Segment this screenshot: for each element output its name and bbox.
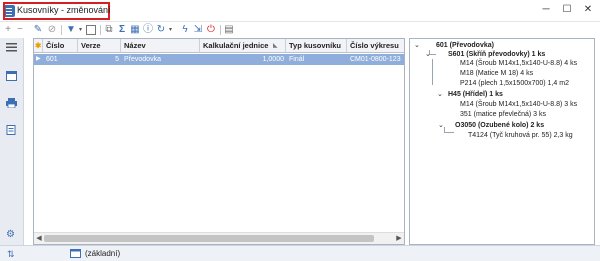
sort-arrows-icon[interactable]: ⇅ [7, 249, 15, 260]
toolbar-separator [100, 25, 101, 35]
add-icon[interactable]: + [3, 24, 13, 36]
toolbar-separator [220, 25, 221, 35]
scroll-left-icon[interactable]: ◀ [34, 233, 44, 244]
horizontal-scrollbar[interactable]: ◀ ▶ [34, 232, 404, 244]
column-header[interactable]: Verze [78, 39, 121, 53]
delete-icon[interactable]: ⊘ [47, 24, 57, 36]
flash-icon[interactable]: ϟ [180, 24, 190, 36]
settings-icon[interactable]: ⚙ [6, 230, 17, 240]
minimize-icon[interactable]: ─ [538, 3, 554, 17]
tree-node-item[interactable]: M18 (Matice M 18) 4 ks [460, 69, 533, 78]
scrollbar-thumb[interactable] [44, 235, 374, 242]
bom-grid: ✱ Číslo Verze Název Kalkulační jednice T… [33, 38, 405, 245]
tree-node-item[interactable]: M14 (Šroub M14x1,5x140-U-8.8) 4 ks [460, 59, 577, 68]
tree-node-s601[interactable]: S601 (Skříň převodovky) 1 ks [448, 50, 545, 59]
power-icon[interactable]: ⏻ [206, 24, 216, 36]
status-bar: ⇅ (základní) [0, 245, 600, 261]
cell-kalkulacni-jednice: 1,0000 [262, 56, 284, 63]
row-indicator-header: ✱ [34, 39, 43, 53]
column-header[interactable]: Číslo výkresu [347, 39, 404, 53]
sum-icon[interactable]: Σ [117, 24, 127, 36]
edit-icon[interactable]: ✎ [33, 24, 43, 36]
scroll-right-icon[interactable]: ▶ [394, 233, 404, 244]
cell-verze: 5 [115, 56, 119, 63]
title-bar: Kusovníky - změnování ─ ☐ ✕ [0, 0, 600, 22]
dropdown-icon[interactable]: ▾ [77, 24, 84, 36]
tree-node-item[interactable]: P214 (plech 1,5x1500x700) 1,4 m2 [460, 79, 569, 88]
sort-icon: ◣ [273, 43, 278, 49]
collapse-icon[interactable]: ⌄ [425, 50, 431, 59]
dropdown-icon[interactable]: ▾ [167, 24, 174, 36]
tree-node-item[interactable]: T4124 (Tyč kruhová pr. 55) 2,3 kg [468, 131, 573, 140]
cell-nazev: Převodovka [124, 56, 161, 63]
collapse-icon[interactable]: ⌄ [437, 90, 443, 99]
filter-label[interactable]: (základní) [85, 249, 120, 258]
cell-vykres: CM01-0800-123 [350, 56, 401, 63]
printer-icon[interactable] [6, 98, 17, 109]
filter-icon[interactable]: ▼ [66, 24, 76, 36]
calculator-icon[interactable]: ▤ [224, 24, 234, 36]
left-rail: ⚙ [0, 38, 24, 245]
grid-header: ✱ Číslo Verze Název Kalkulační jednice T… [34, 39, 404, 53]
remove-icon[interactable]: − [15, 24, 25, 36]
column-header[interactable]: Typ kusovníku [286, 39, 347, 53]
calendar-icon[interactable] [6, 71, 17, 81]
tree-node-h45[interactable]: H45 (Hřídel) 1 ks [448, 90, 503, 99]
maximize-icon[interactable]: ☐ [559, 3, 575, 17]
refresh-icon[interactable]: ↻ [156, 24, 166, 36]
tree-node-item[interactable]: 351 (matice převlečná) 3 ks [460, 110, 546, 119]
tree-connector [444, 127, 454, 133]
row-pointer-icon: ▶ [36, 56, 41, 62]
grid-icon[interactable]: ▦ [130, 24, 140, 36]
collapse-icon[interactable]: ⌄ [438, 121, 444, 130]
export-icon[interactable]: ⇲ [193, 24, 203, 36]
column-header[interactable]: Název [121, 39, 200, 53]
cell-cislo: 601 [46, 56, 58, 63]
cell-typ: Finál [289, 56, 305, 63]
document-icon[interactable] [6, 125, 17, 135]
collapse-icon[interactable]: ⌄ [414, 41, 420, 50]
tree-node-o3050[interactable]: O3050 (Ozubené kolo) 2 ks [455, 121, 544, 130]
view-icon[interactable] [70, 249, 81, 258]
checkbox-icon[interactable] [86, 25, 96, 35]
tree-connector [432, 59, 433, 85]
column-header[interactable]: Číslo [43, 39, 78, 53]
tree-node-root[interactable]: 601 (Převodovka) [436, 41, 494, 50]
toolbar-separator [61, 25, 62, 35]
menu-icon[interactable] [6, 42, 17, 52]
tree-node-item[interactable]: M14 (Šroub M14x1,5x140-U-8.8) 3 ks [460, 100, 577, 109]
bom-tree: ⌄ 601 (Převodovka) ⌄ S601 (Skříň převodo… [409, 38, 595, 245]
copy-icon[interactable]: ⧉ [104, 24, 114, 36]
window-title: Kusovníky - změnování [17, 5, 111, 15]
info-icon[interactable]: ⓘ [143, 24, 153, 36]
toolbar: + − ✎ ⊘ ▼ ▾ ⧉ Σ ▦ ⓘ ↻ ▾ ϟ ⇲ ⏻ ▤ [0, 22, 600, 38]
table-row[interactable]: ▶ 601 5 Převodovka 1,0000 Finál CM01-080… [34, 54, 404, 65]
close-icon[interactable]: ✕ [580, 3, 596, 17]
